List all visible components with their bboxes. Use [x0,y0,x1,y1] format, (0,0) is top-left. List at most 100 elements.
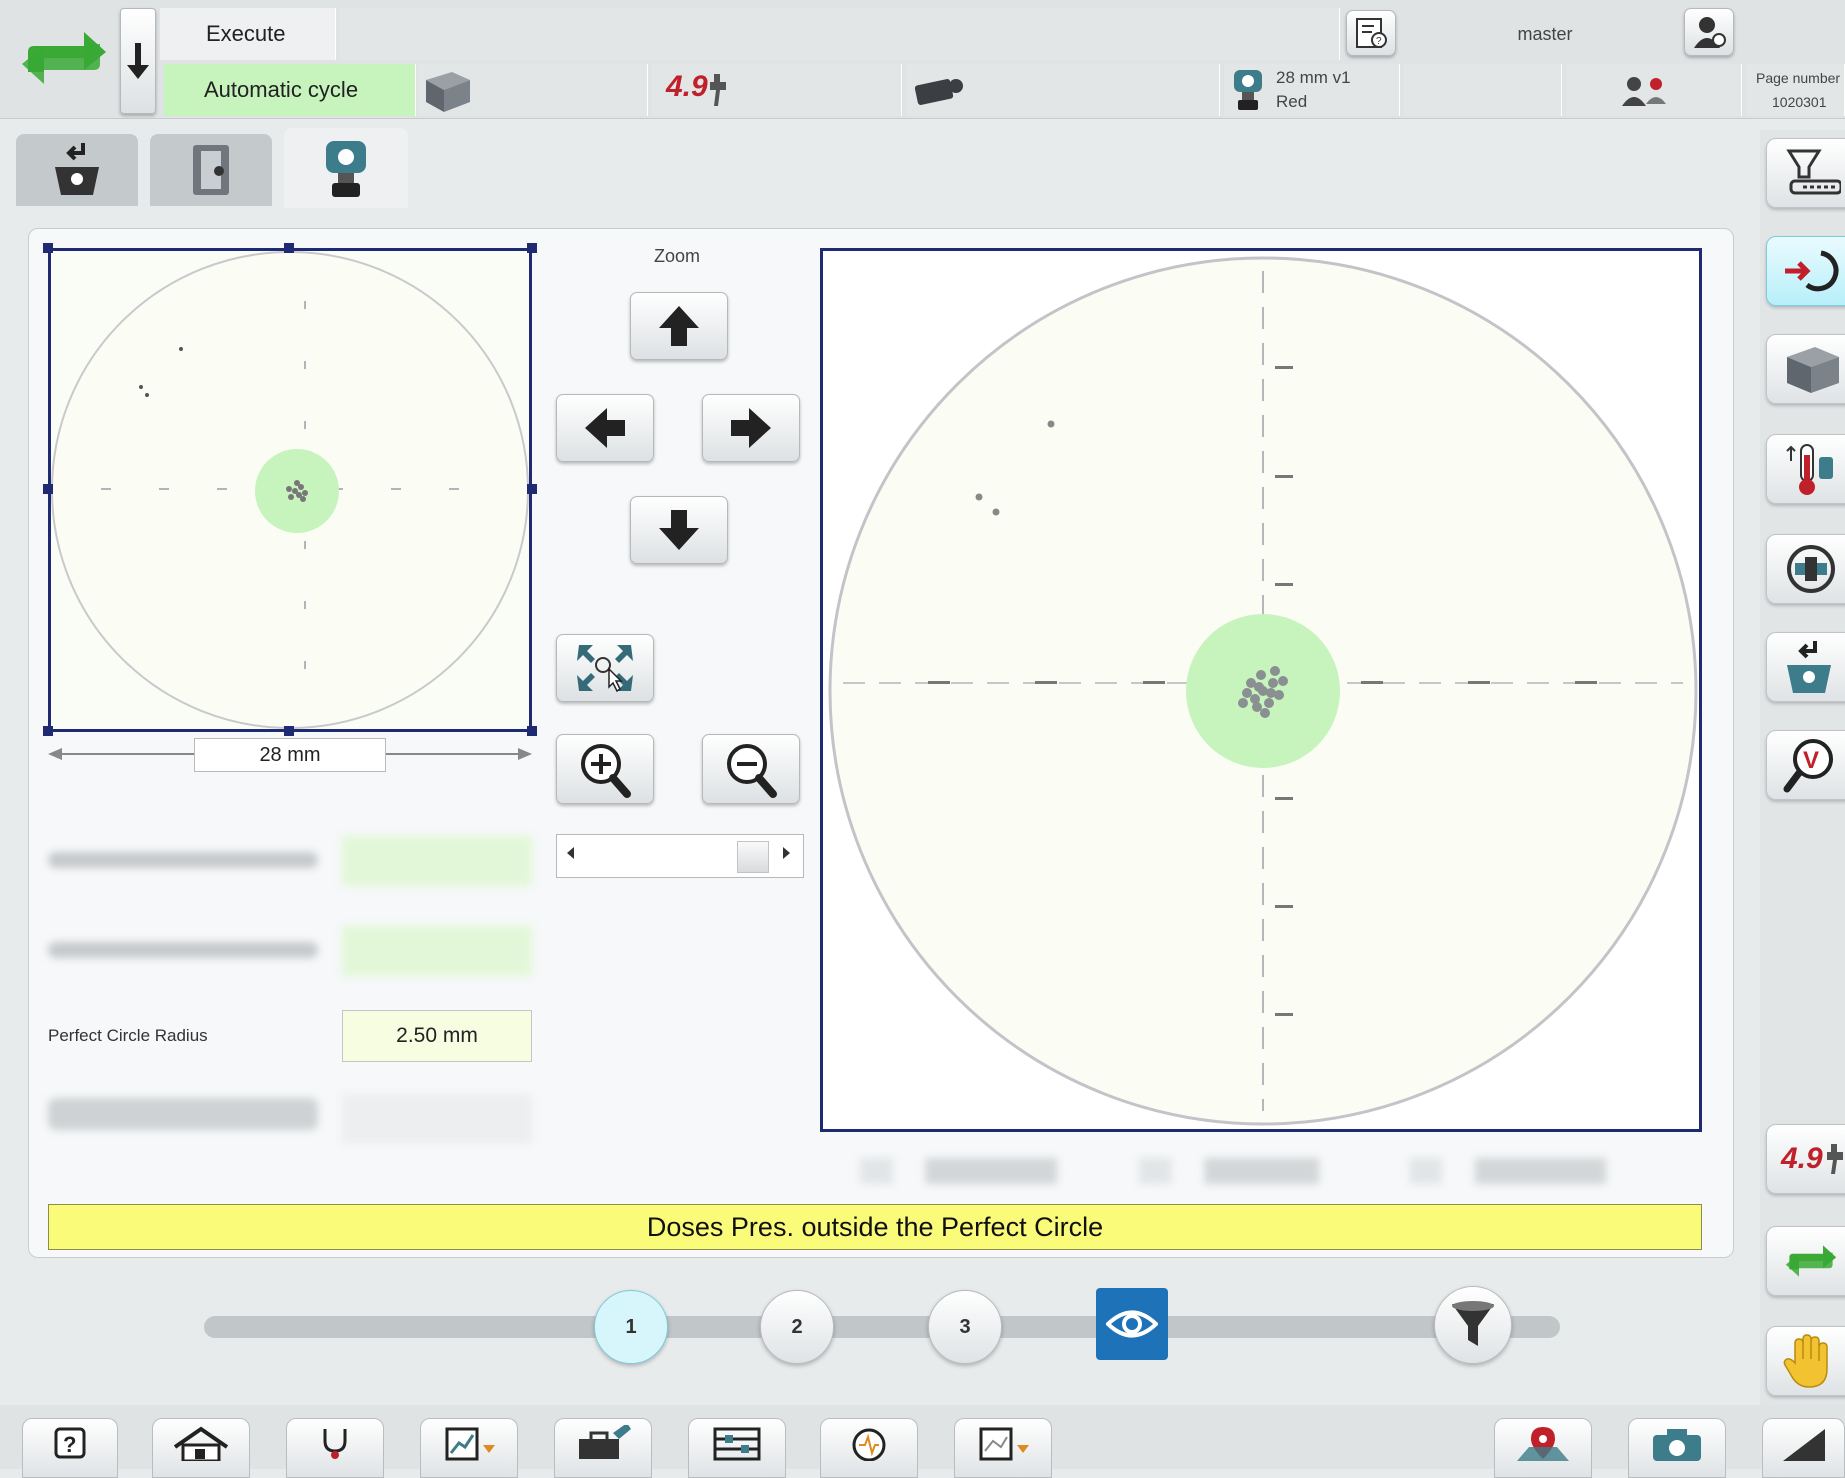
pan-left-button[interactable] [556,394,654,462]
page-number-cell: Page number 1020301 [1746,64,1845,116]
gauge-icon [852,1428,886,1461]
zoom-fit-button[interactable] [556,634,654,702]
arrow-down-icon [659,510,699,550]
step-2[interactable]: 2 [760,1290,834,1364]
map-pin-icon [1517,1427,1569,1461]
expand-button[interactable] [1762,1418,1845,1478]
filter-step-button[interactable] [1434,1286,1512,1364]
step-track [204,1316,1560,1338]
user-cell: master [1400,8,1690,60]
handle-bc[interactable] [284,726,294,736]
handle-ml[interactable] [43,484,53,494]
corner-expand-icon [1782,1429,1825,1461]
monitor-button[interactable] [820,1418,918,1478]
funnel-icon [1452,1301,1494,1346]
blurred-param-row-2 [48,942,318,958]
help-doc-button[interactable]: ? [1346,10,1396,56]
machine-status-cell[interactable] [418,64,648,116]
zoom-in-icon [581,744,631,798]
zoom-out-button[interactable] [702,734,800,804]
step-1-label: 1 [625,1315,637,1338]
report-button[interactable] [420,1418,518,1478]
view-step-button[interactable] [1096,1288,1168,1360]
blurred-param-field-3 [342,1094,532,1144]
handle-tc[interactable] [284,243,294,253]
mode-cell[interactable]: Automatic cycle [164,64,416,116]
zoom-in-button[interactable] [556,734,654,804]
user-settings-button[interactable] [1684,8,1734,56]
maintenance-button[interactable] [554,1418,652,1478]
hand-stop-icon [1783,1334,1828,1388]
arrow-up-icon [659,306,699,346]
dose-cup-button[interactable] [1766,632,1845,702]
pan-up-button[interactable] [630,292,728,360]
camera-cell[interactable] [906,64,1220,116]
probe-name: 28 mm v1 [1276,68,1351,87]
dosing-unit-button[interactable] [1766,534,1845,604]
mode-label: Automatic cycle [204,77,359,102]
weight-badge: 4.9 [666,70,708,103]
home-button[interactable] [152,1418,250,1478]
step-1[interactable]: 1 [594,1290,668,1364]
svg-text:V: V [1803,747,1819,774]
slider-thumb[interactable] [737,841,769,873]
statistics-button[interactable] [954,1418,1052,1478]
tab-machine[interactable] [150,134,272,206]
toolbox-icon [579,1425,631,1459]
handle-tr[interactable] [527,243,537,253]
screenshot-button[interactable] [1628,1418,1726,1478]
probe-cell[interactable]: 28 mm v1 Red [1224,64,1400,116]
wrench-icon [710,74,726,106]
funnel-tool-button[interactable] [1766,138,1845,208]
automatic-cycle-button[interactable] [1766,1226,1845,1296]
diagnostics-button[interactable] [286,1418,384,1478]
svg-text:?: ? [1376,36,1382,47]
verify-magnifier-icon: V [1783,739,1833,793]
handle-tl[interactable] [43,243,53,253]
tab-dose[interactable] [16,134,138,206]
sliders-settings-icon [713,1427,761,1461]
pan-down-button[interactable] [630,496,728,564]
perfect-circle-radius-value: 2.50 mm [396,1024,478,1047]
cycle-logo-icon[interactable] [14,18,114,98]
detail-frame[interactable] [820,248,1702,1132]
camera-icon [1653,1429,1701,1461]
pan-right-button[interactable] [702,394,800,462]
help-button[interactable]: ? [22,1418,118,1478]
stop-hand-button[interactable] [1766,1326,1845,1396]
weight-button[interactable]: 4.9 [1766,1124,1845,1194]
tab-probe[interactable] [284,128,408,208]
status-banner: Doses Pres. outside the Perfect Circle [48,1204,1702,1250]
svg-text:?: ? [63,1432,76,1457]
zoom-slider[interactable] [556,834,804,878]
funnel-conveyor-icon [1786,149,1841,195]
camera-icon [914,79,963,105]
machine-button[interactable] [1766,334,1845,404]
perfect-circle-radius-label: Perfect Circle Radius [48,1026,208,1045]
verification-button[interactable]: V [1766,730,1845,800]
handle-mr[interactable] [527,484,537,494]
page-number-value: 1020301 [1772,94,1827,110]
temperature-button[interactable] [1766,434,1845,504]
refresh-cycle-button[interactable] [1766,236,1845,306]
overview-frame[interactable] [48,248,532,732]
width-label: 28 mm [259,743,321,766]
probe-icon [326,141,366,197]
perfect-circle-radius-field[interactable]: 2.50 mm [342,1010,532,1062]
settings-button[interactable] [688,1418,786,1478]
weight-cell[interactable]: 4.9 [652,64,902,116]
operators-cell[interactable] [1566,64,1742,116]
help-icon: ? [54,1427,86,1459]
dose-cup-icon [1787,641,1831,693]
location-button[interactable] [1494,1418,1592,1478]
step-3[interactable]: 3 [928,1290,1002,1364]
down-arrow-button[interactable] [120,8,156,114]
stethoscope-icon [323,1429,347,1459]
handle-bl[interactable] [43,726,53,736]
machine-door-icon [193,145,229,195]
header-blank-2 [1404,64,1562,116]
slider-left-arrow-icon[interactable] [567,847,574,859]
slider-right-arrow-icon[interactable] [783,847,790,859]
handle-br[interactable] [527,726,537,736]
user-name: master [1517,23,1573,44]
